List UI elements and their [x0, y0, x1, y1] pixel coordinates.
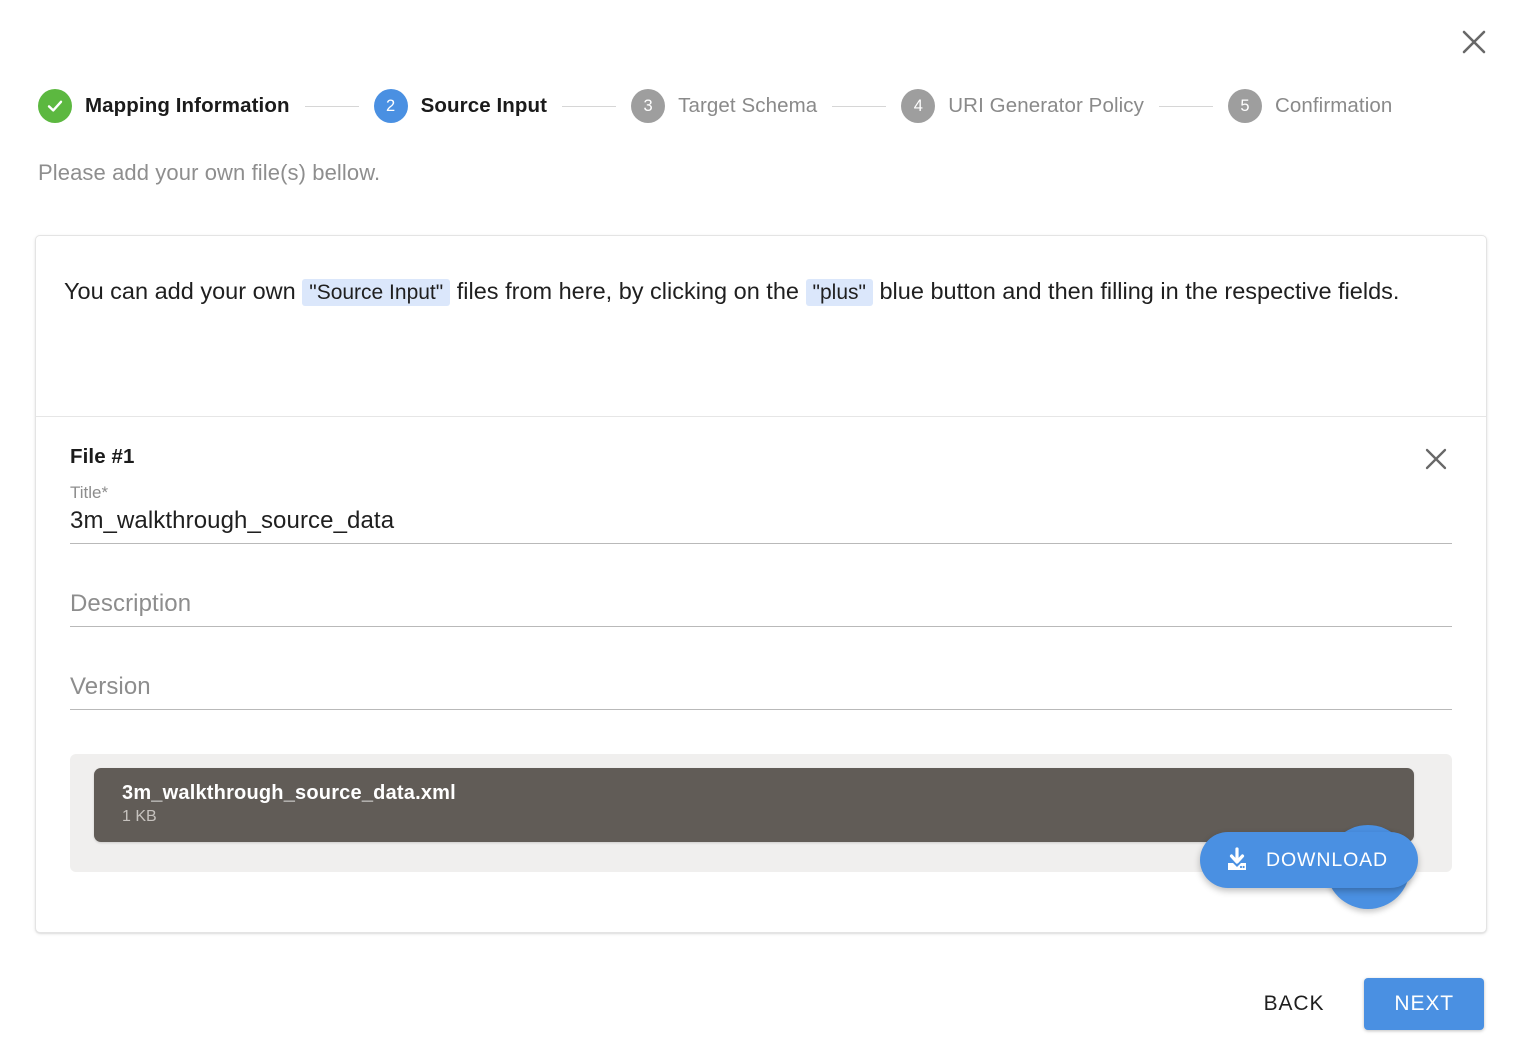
source-input-card: You can add your own "Source Input" file… [35, 235, 1487, 933]
info-chip-source-input: "Source Input" [302, 279, 450, 306]
dialog-close-button[interactable] [1452, 20, 1496, 64]
step-number-3: 3 [644, 97, 653, 116]
stepper-label-5: Confirmation [1275, 94, 1392, 118]
stepper-label-2: Source Input [421, 94, 547, 118]
title-label-text: Title [70, 483, 102, 502]
attached-file-name: 3m_walkthrough_source_data.xml [122, 781, 1394, 806]
step-number-5: 5 [1240, 97, 1249, 116]
step-number-2: 2 [386, 97, 395, 116]
stepper-connector-4 [1159, 106, 1213, 107]
close-icon [1460, 28, 1488, 56]
page-subtitle: Please add your own file(s) bellow. [38, 160, 380, 186]
step-indicator-4: 4 [901, 89, 935, 123]
stepper-step-uri-generator-policy[interactable]: 4 URI Generator Policy [901, 89, 1144, 123]
download-icon [1222, 845, 1252, 875]
stepper-step-confirmation[interactable]: 5 Confirmation [1228, 89, 1392, 123]
description-input[interactable] [70, 590, 1452, 627]
step-indicator-1 [38, 89, 72, 123]
step-indicator-2: 2 [374, 89, 408, 123]
info-text-part-3: blue button and then filling in the resp… [879, 278, 1399, 304]
stepper-connector-3 [832, 106, 886, 107]
stepper-step-source-input[interactable]: 2 Source Input [374, 89, 547, 123]
description-field-group [70, 590, 1452, 627]
stepper-label-3: Target Schema [678, 94, 817, 118]
info-chip-plus: "plus" [806, 279, 873, 306]
wizard-footer: BACK NEXT [1246, 978, 1484, 1030]
title-input[interactable] [70, 507, 1452, 544]
stepper-step-mapping-information[interactable]: Mapping Information [38, 89, 290, 123]
download-button-label: DOWNLOAD [1266, 849, 1388, 872]
download-button[interactable]: DOWNLOAD [1200, 832, 1418, 888]
required-marker: * [102, 483, 109, 502]
step-number-4: 4 [914, 97, 923, 116]
back-button[interactable]: BACK [1246, 980, 1343, 1028]
title-field-group: Title* [70, 483, 1452, 544]
attached-file-chip[interactable]: 3m_walkthrough_source_data.xml 1 KB [94, 768, 1414, 842]
step-indicator-3: 3 [631, 89, 665, 123]
next-button[interactable]: NEXT [1364, 978, 1484, 1030]
stepper-connector-1 [305, 106, 359, 107]
close-icon [1423, 446, 1449, 472]
check-icon [45, 96, 65, 116]
remove-file-button[interactable] [1416, 439, 1456, 479]
title-field-label: Title* [70, 483, 1452, 503]
attached-file-size: 1 KB [122, 808, 1394, 826]
version-input[interactable] [70, 673, 1452, 710]
info-text-part-2: files from here, by clicking on the [457, 278, 799, 304]
file-entry-heading: File #1 [70, 445, 1452, 469]
stepper-step-target-schema[interactable]: 3 Target Schema [631, 89, 817, 123]
step-indicator-5: 5 [1228, 89, 1262, 123]
stepper-label-4: URI Generator Policy [948, 94, 1144, 118]
card-info-section: You can add your own "Source Input" file… [36, 236, 1486, 416]
file-entry-form: File #1 Title* 3m_walkthrough_source_dat… [36, 417, 1486, 872]
wizard-stepper: Mapping Information 2 Source Input 3 Tar… [38, 86, 1482, 126]
info-paragraph: You can add your own "Source Input" file… [64, 272, 1458, 310]
info-text-part-1: You can add your own [64, 278, 296, 304]
stepper-connector-2 [562, 106, 616, 107]
stepper-label-1: Mapping Information [85, 94, 290, 118]
version-field-group [70, 673, 1452, 710]
